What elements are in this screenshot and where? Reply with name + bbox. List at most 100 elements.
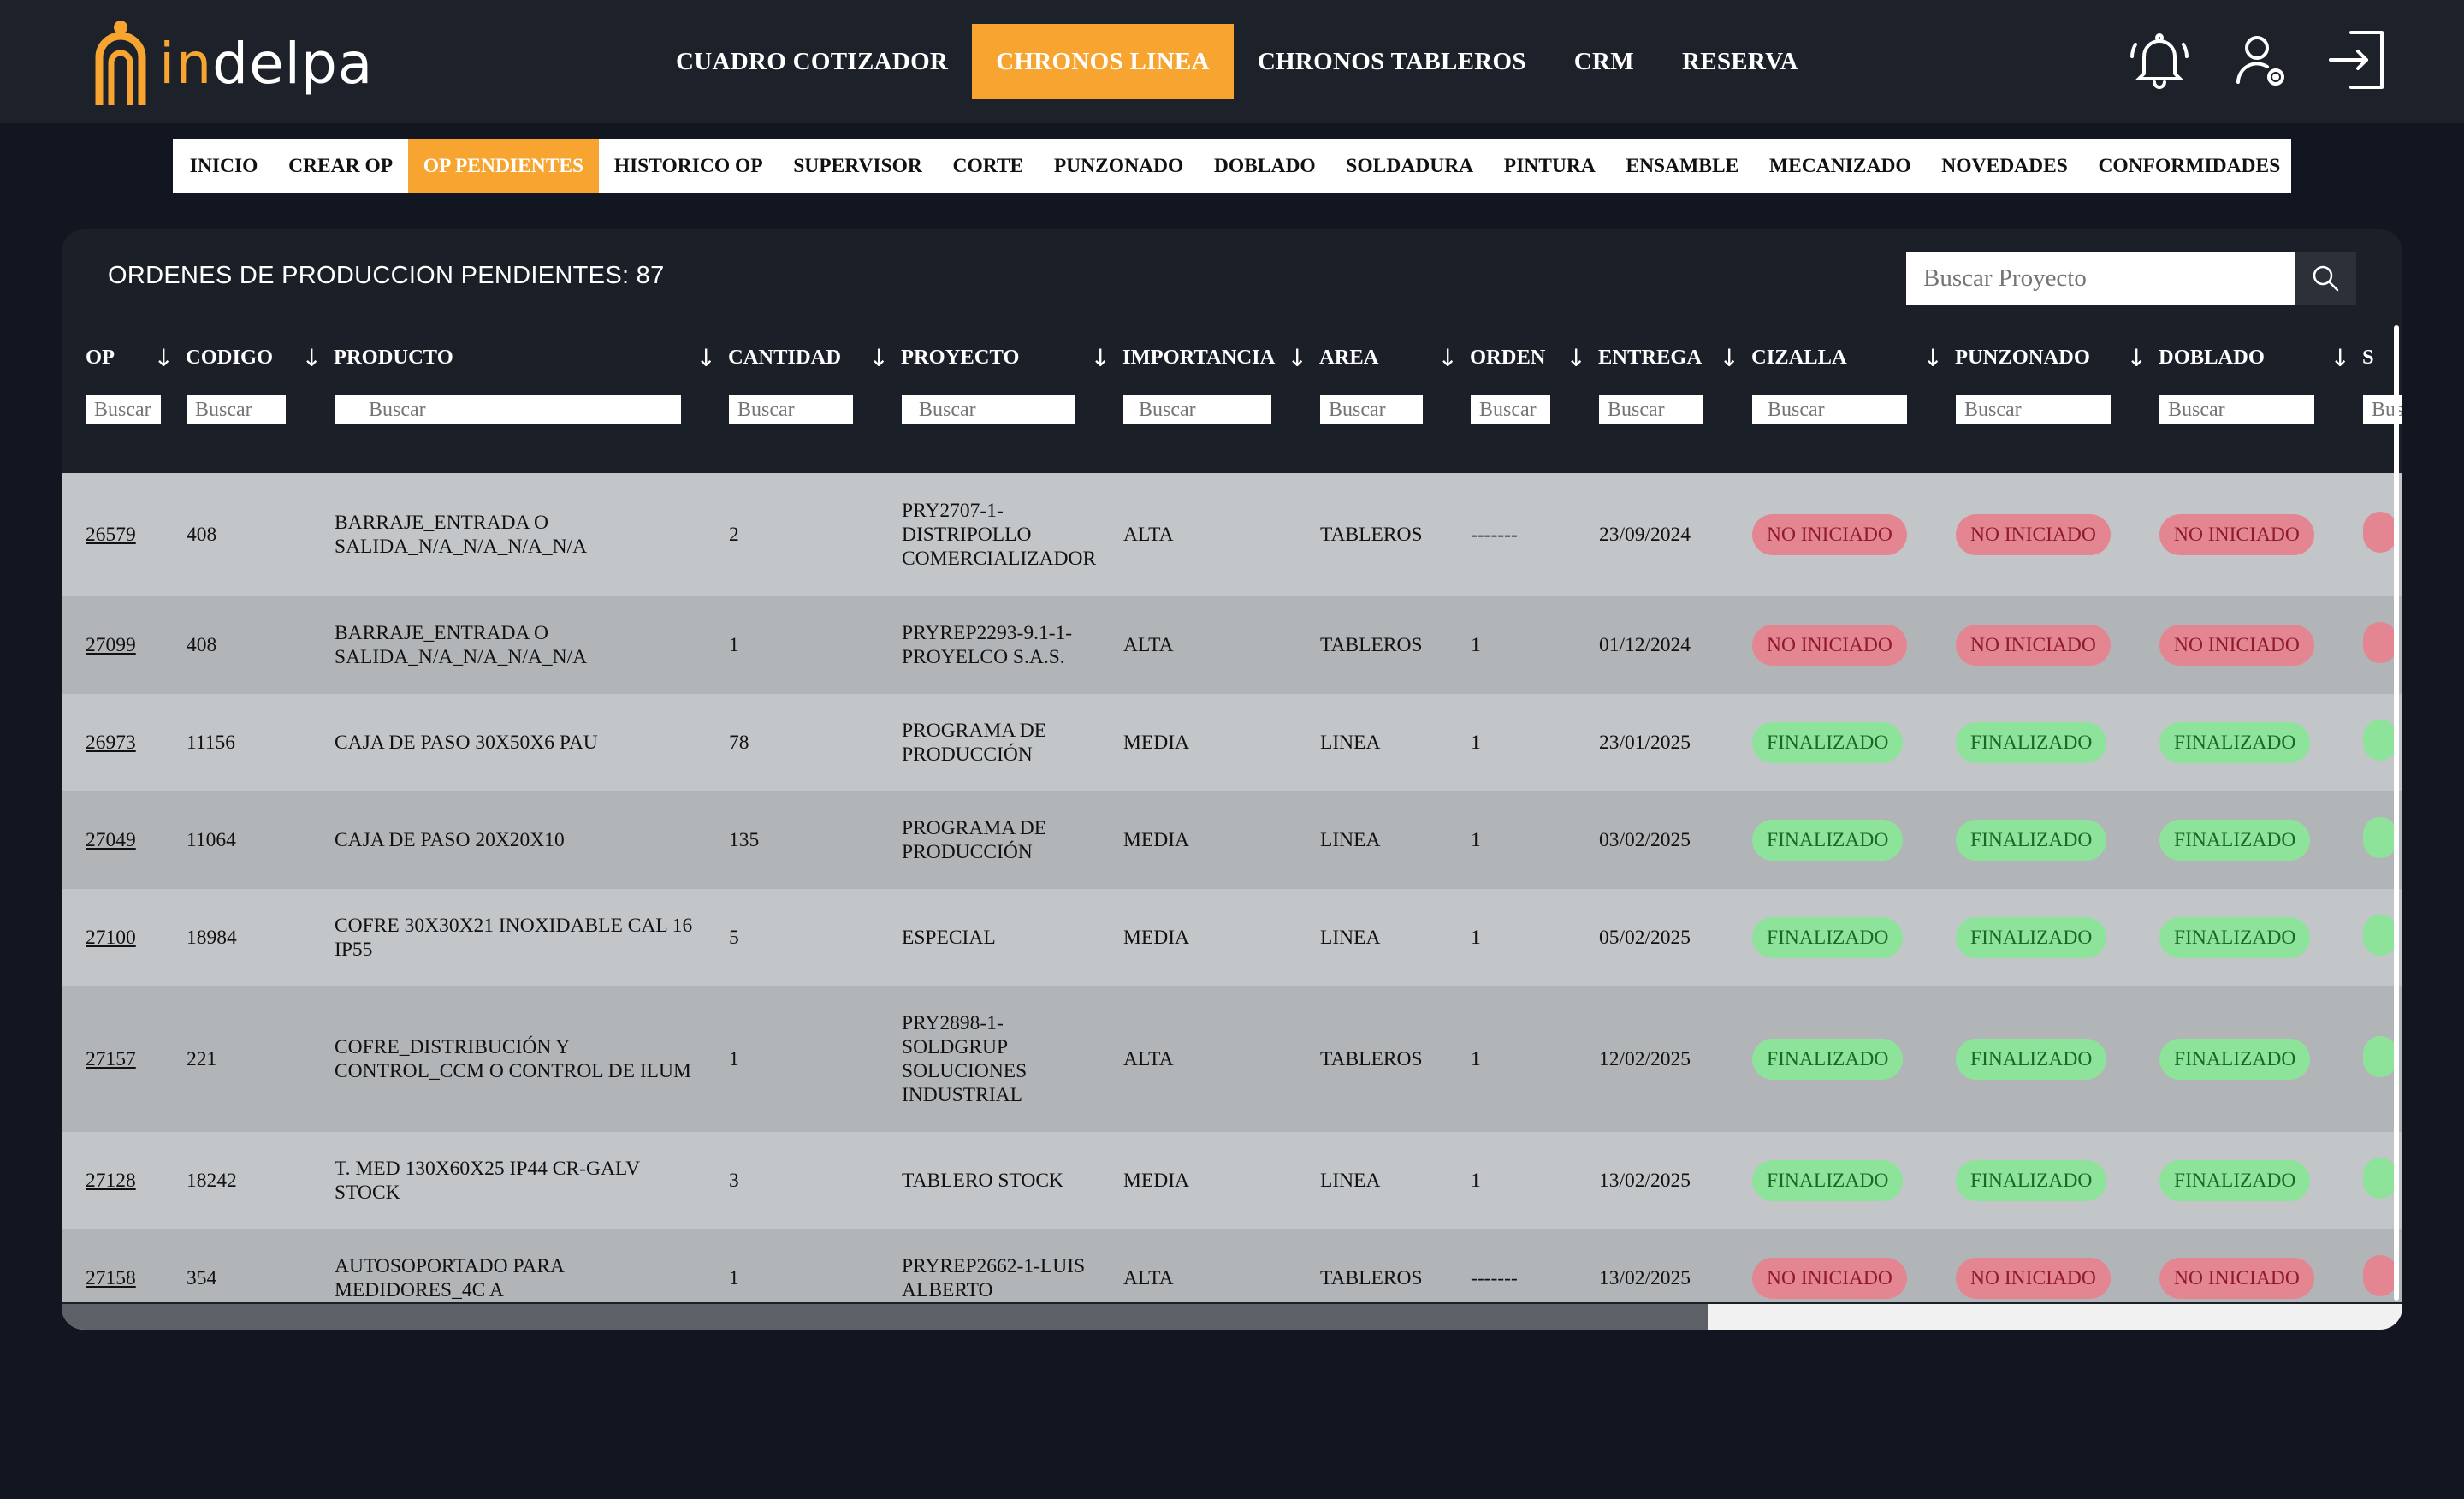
col-entrega[interactable]: ENTREGA ↓: [1598, 330, 1751, 385]
status-badge-partial[interactable]: [2363, 816, 2397, 858]
status-badge-partial[interactable]: [2363, 719, 2397, 761]
sort-arrow-icon[interactable]: ↓: [2331, 344, 2350, 372]
col-orden[interactable]: ORDEN ↓: [1470, 330, 1598, 385]
vertical-scrollbar[interactable]: [2394, 325, 2399, 1301]
nav-chronos-tableros[interactable]: CHRONOS TABLEROS: [1234, 24, 1550, 99]
op-link[interactable]: 27049: [86, 829, 136, 851]
status-badge[interactable]: FINALIZADO: [1752, 917, 1904, 958]
status-badge[interactable]: FINALIZADO: [2159, 1039, 2311, 1080]
filter-area-input[interactable]: [1320, 395, 1423, 424]
status-badge-partial[interactable]: [2363, 1254, 2397, 1296]
filter-op-input[interactable]: [86, 395, 161, 424]
subnav-soldadura[interactable]: SOLDADURA: [1331, 139, 1489, 193]
sort-arrow-icon[interactable]: ↓: [302, 344, 322, 372]
col-punzonado[interactable]: PUNZONADO ↓: [1955, 330, 2159, 385]
sort-arrow-icon[interactable]: ↓: [1438, 344, 1458, 372]
subnav-pintura[interactable]: PINTURA: [1489, 139, 1611, 193]
filter-doblado-input[interactable]: [2159, 395, 2314, 424]
col-codigo[interactable]: CODIGO ↓: [186, 330, 334, 385]
col-doblado[interactable]: DOBLADO ↓: [2159, 330, 2362, 385]
subnav-conformidades[interactable]: CONFORMIDADES: [2083, 139, 2295, 193]
status-badge[interactable]: NO INICIADO: [1956, 1258, 2111, 1299]
col-cantidad[interactable]: CANTIDAD ↓: [728, 330, 901, 385]
filter-entrega-input[interactable]: [1599, 395, 1703, 424]
table-row[interactable]: 27157 221 COFRE_DISTRIBUCIÓN Y CONTROL_CCM…: [62, 986, 2402, 1132]
op-link[interactable]: 26579: [86, 524, 136, 546]
nav-crm[interactable]: CRM: [1550, 24, 1658, 99]
op-link[interactable]: 26973: [86, 732, 136, 754]
status-badge[interactable]: FINALIZADO: [2159, 1160, 2311, 1201]
table-row[interactable]: 26973 11156 CAJA DE PASO 30X50X6 PAU 78 PROG…: [62, 694, 2402, 791]
op-link[interactable]: 27157: [86, 1048, 136, 1070]
filter-producto-input[interactable]: [335, 395, 681, 424]
subnav-mecanizado[interactable]: MECANIZADO: [1754, 139, 1926, 193]
status-badge[interactable]: NO INICIADO: [1752, 625, 1907, 666]
subnav-crear-op[interactable]: CREAR OP: [273, 139, 408, 193]
filter-codigo-input[interactable]: [187, 395, 286, 424]
subnav-ensamble[interactable]: ENSAMBLE: [1611, 139, 1754, 193]
table-row[interactable]: 27128 18242 T. MED 130X60X25 IP44 CR-GALV …: [62, 1132, 2402, 1229]
status-badge-partial[interactable]: [2363, 914, 2397, 956]
status-badge[interactable]: NO INICIADO: [1752, 514, 1907, 555]
status-badge-partial[interactable]: [2363, 1035, 2397, 1077]
logout-icon[interactable]: [2324, 26, 2392, 94]
status-badge-partial[interactable]: [2363, 621, 2397, 663]
status-badge[interactable]: NO INICIADO: [1956, 625, 2111, 666]
status-badge[interactable]: FINALIZADO: [2159, 722, 2311, 763]
sort-arrow-icon[interactable]: ↓: [1720, 344, 1739, 372]
filter-cizalla-input[interactable]: [1752, 395, 1907, 424]
op-link[interactable]: 27099: [86, 634, 136, 656]
table-row[interactable]: 27100 18984 COFRE 30X30X21 INOXIDABLE CAL …: [62, 889, 2402, 986]
nav-cuadro-cotizador[interactable]: CUADRO COTIZADOR: [652, 24, 972, 99]
subnav-punzonado[interactable]: PUNZONADO: [1039, 139, 1199, 193]
logo[interactable]: indelpa: [94, 17, 373, 111]
subnav-op-pendientes[interactable]: OP PENDIENTES: [407, 139, 599, 193]
col-importancia[interactable]: IMPORTANCIA ↓: [1122, 330, 1319, 385]
col-area[interactable]: AREA ↓: [1319, 330, 1470, 385]
status-badge-partial[interactable]: [2363, 511, 2397, 553]
subnav-novedades[interactable]: NOVEDADES: [1927, 139, 2083, 193]
status-badge[interactable]: FINALIZADO: [1752, 1039, 1904, 1080]
search-button[interactable]: [2295, 252, 2356, 305]
status-badge[interactable]: FINALIZADO: [1956, 820, 2107, 861]
table-row[interactable]: 27099 408 BARRAJE_ENTRADA O SALIDA_N/A_N/A…: [62, 596, 2402, 694]
sort-arrow-icon[interactable]: ↓: [2127, 344, 2147, 372]
op-link[interactable]: 27100: [86, 927, 136, 949]
filter-proyecto-input[interactable]: [902, 395, 1075, 424]
search-project-input[interactable]: [1906, 252, 2295, 305]
nav-chronos-linea[interactable]: CHRONOS LINEA: [972, 24, 1234, 99]
table-row[interactable]: 27049 11064 CAJA DE PASO 20X20X10 135 PROGRA…: [62, 791, 2402, 889]
status-badge[interactable]: FINALIZADO: [1752, 722, 1904, 763]
filter-orden-input[interactable]: [1471, 395, 1550, 424]
bell-icon[interactable]: [2125, 26, 2194, 94]
sort-arrow-icon[interactable]: ↓: [1091, 344, 1111, 372]
op-link[interactable]: 27158: [86, 1267, 136, 1289]
subnav-supervisor[interactable]: SUPERVISOR: [778, 139, 937, 193]
filter-punzonado-input[interactable]: [1956, 395, 2111, 424]
horizontal-scrollbar[interactable]: [62, 1304, 2402, 1330]
sort-arrow-icon[interactable]: ↓: [1288, 344, 1307, 372]
status-badge-partial[interactable]: [2363, 1157, 2397, 1199]
filter-cantidad-input[interactable]: [729, 395, 853, 424]
status-badge[interactable]: NO INICIADO: [2159, 514, 2314, 555]
subnav-doblado[interactable]: DOBLADO: [1199, 139, 1330, 193]
col-op[interactable]: OP ↓: [62, 330, 186, 385]
subnav-historico-op[interactable]: HISTORICO OP: [599, 139, 779, 193]
status-badge[interactable]: FINALIZADO: [2159, 820, 2311, 861]
status-badge[interactable]: NO INICIADO: [1752, 1258, 1907, 1299]
table-row[interactable]: 26579 408 BARRAJE_ENTRADA O SALIDA_N/A_N/A…: [62, 473, 2402, 596]
status-badge[interactable]: NO INICIADO: [1956, 514, 2111, 555]
filter-importancia-input[interactable]: [1123, 395, 1271, 424]
user-settings-icon[interactable]: [2226, 26, 2295, 94]
sort-arrow-icon[interactable]: ↓: [696, 344, 716, 372]
sort-arrow-icon[interactable]: ↓: [1923, 344, 1943, 372]
col-producto[interactable]: PRODUCTO ↓: [334, 330, 728, 385]
subnav-corte[interactable]: CORTE: [938, 139, 1039, 193]
status-badge[interactable]: FINALIZADO: [1752, 1160, 1904, 1201]
status-badge[interactable]: FINALIZADO: [1956, 917, 2107, 958]
status-badge[interactable]: FINALIZADO: [1956, 722, 2107, 763]
col-cizalla[interactable]: CIZALLA ↓: [1751, 330, 1955, 385]
sort-arrow-icon[interactable]: ↓: [154, 344, 174, 372]
op-link[interactable]: 27128: [86, 1170, 136, 1192]
status-badge[interactable]: NO INICIADO: [2159, 1258, 2314, 1299]
